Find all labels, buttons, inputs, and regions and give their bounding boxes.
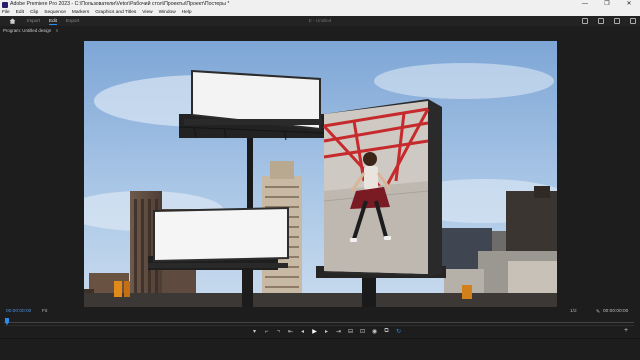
- loop-icon[interactable]: ↻: [394, 328, 403, 336]
- tab-edit[interactable]: Edit: [49, 16, 57, 26]
- menu-sequence[interactable]: Sequence: [44, 9, 66, 16]
- play-icon[interactable]: ▶: [310, 328, 319, 336]
- settings-wrench-icon[interactable]: ✎: [596, 309, 600, 315]
- time-ruler-track: [4, 322, 634, 323]
- minimize-button[interactable]: —: [574, 0, 596, 9]
- go-to-in-icon[interactable]: ⇤: [286, 328, 295, 336]
- window-title: Adobe Premiere Pro 2023 - C:\Пользовател…: [10, 1, 230, 7]
- project-title: E - Untitled: [308, 18, 332, 23]
- tab-export[interactable]: Export: [66, 16, 79, 26]
- menu-bar: File Edit Clip Sequence Markers Graphics…: [0, 9, 640, 16]
- program-panel-header: Program: Untitled design ≡: [0, 27, 640, 35]
- insert-icon[interactable]: ⊟: [346, 328, 355, 336]
- program-monitor-viewer[interactable]: [84, 41, 557, 307]
- menu-help[interactable]: Help: [182, 9, 192, 16]
- button-editor-icon[interactable]: +: [624, 327, 628, 334]
- quick-export-icon[interactable]: [598, 18, 604, 24]
- playback-resolution-dropdown[interactable]: 1/2: [570, 308, 577, 315]
- duration-timecode: 00:00:00:00: [603, 309, 629, 314]
- maximize-button[interactable]: ❐: [596, 0, 618, 9]
- status-bar: [0, 338, 640, 360]
- zoom-scroll-bar[interactable]: [4, 325, 634, 326]
- overwrite-icon[interactable]: ⊡: [358, 328, 367, 336]
- playhead[interactable]: [5, 318, 9, 325]
- menu-clip[interactable]: Clip: [30, 9, 38, 16]
- go-to-out-icon[interactable]: ⇥: [334, 328, 343, 336]
- share-icon[interactable]: [614, 18, 620, 24]
- workspace-bar: Import Edit Export E - Untitled: [0, 16, 640, 26]
- menu-markers[interactable]: Markers: [72, 9, 89, 16]
- premiere-app-icon: [2, 1, 8, 8]
- mark-in-icon[interactable]: ⌐: [262, 328, 271, 336]
- mark-out-icon[interactable]: ¬: [274, 328, 283, 336]
- current-timecode[interactable]: 00:00:00:00: [6, 308, 31, 315]
- compare-icon[interactable]: ⧉: [382, 328, 391, 336]
- video-frame: [84, 41, 557, 307]
- program-panel-title[interactable]: Program: Untitled design: [3, 28, 51, 33]
- menu-file[interactable]: File: [2, 9, 10, 16]
- menu-view[interactable]: View: [142, 9, 152, 16]
- transport-controls: ▾ ⌐ ¬ ⇤ ◂ ▶ ▸ ⇥ ⊟ ⊡ ◉ ⧉ ↻: [250, 327, 403, 336]
- home-icon[interactable]: [9, 18, 16, 24]
- export-frame-icon[interactable]: ◉: [370, 328, 379, 336]
- step-back-icon[interactable]: ◂: [298, 328, 307, 336]
- zoom-level-dropdown[interactable]: Fit: [42, 308, 47, 315]
- menu-graphics-and-titles[interactable]: Graphics and Titles: [95, 9, 136, 16]
- menu-window[interactable]: Window: [159, 9, 176, 16]
- workspaces-icon[interactable]: [582, 18, 588, 24]
- close-button[interactable]: ✕: [618, 0, 640, 9]
- tab-import[interactable]: Import: [27, 16, 40, 26]
- add-marker-icon[interactable]: ▾: [250, 328, 259, 336]
- menu-edit[interactable]: Edit: [16, 9, 24, 16]
- billboard-right: [316, 99, 446, 307]
- step-forward-icon[interactable]: ▸: [322, 328, 331, 336]
- title-bar: Adobe Premiere Pro 2023 - C:\Пользовател…: [0, 0, 640, 9]
- time-ruler[interactable]: [4, 318, 634, 326]
- fullscreen-icon[interactable]: [630, 18, 636, 24]
- panel-menu-icon[interactable]: ≡: [56, 28, 59, 33]
